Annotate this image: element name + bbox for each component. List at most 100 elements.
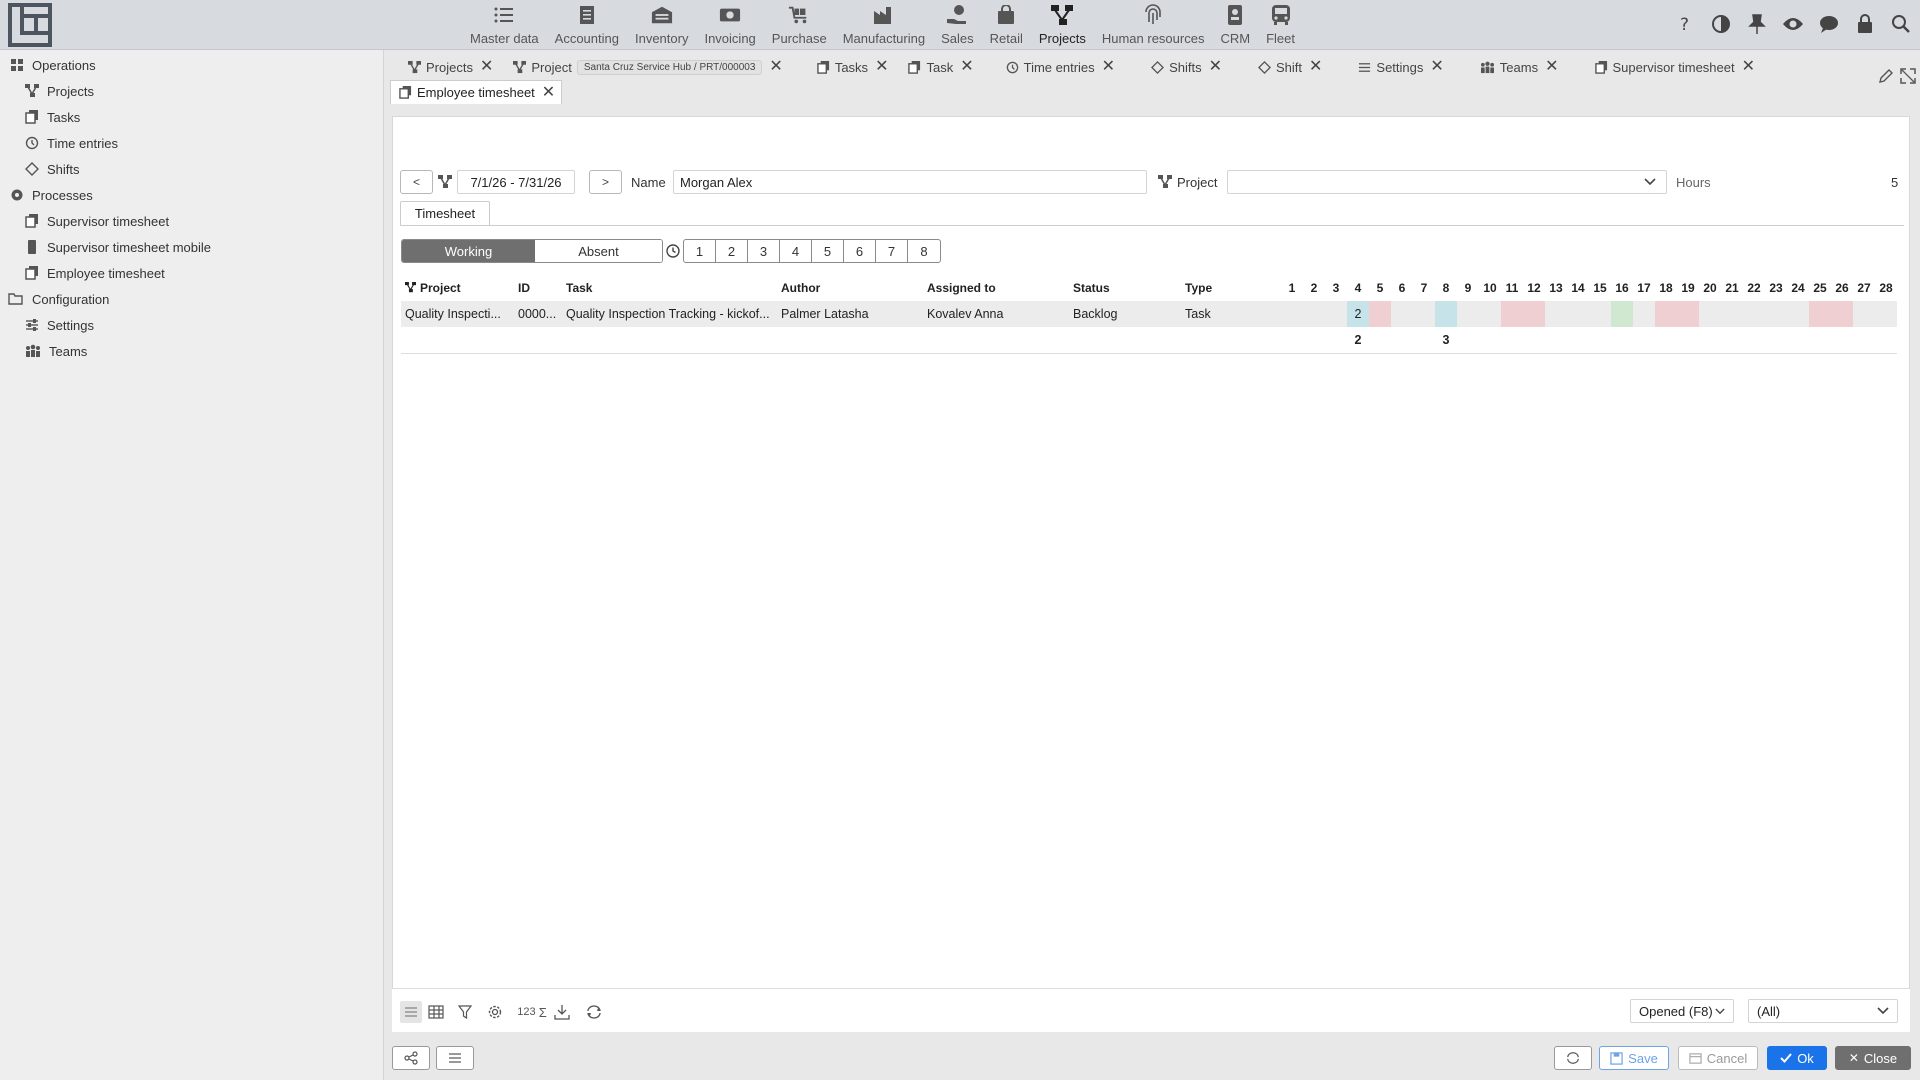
refresh-icon[interactable]: [584, 1001, 604, 1023]
table-row[interactable]: Quality Inspecti... 0000... Quality Inspec…: [401, 301, 1897, 327]
hours-button-4[interactable]: 4: [780, 240, 812, 262]
nav-item-projects[interactable]: Projects: [1031, 0, 1094, 50]
close-icon[interactable]: ✕: [1102, 59, 1115, 75]
nav-item-human-resources[interactable]: Human resources: [1094, 0, 1213, 50]
sidebar-item-employee-timesheet[interactable]: Employee timesheet: [25, 261, 165, 285]
app-logo[interactable]: [8, 3, 52, 47]
nav-item-crm[interactable]: CRM: [1212, 0, 1258, 50]
day-cell-13[interactable]: [1545, 301, 1567, 327]
cancel-button[interactable]: Cancel: [1678, 1046, 1758, 1070]
hours-button-5[interactable]: 5: [812, 240, 844, 262]
contrast-icon[interactable]: [1710, 13, 1732, 35]
close-icon[interactable]: ✕: [480, 59, 493, 75]
day-cell-3[interactable]: [1325, 301, 1347, 327]
tab-tasks[interactable]: Tasks ✕: [809, 55, 895, 79]
options-button[interactable]: [436, 1046, 474, 1070]
sidebar-group-operations[interactable]: Operations: [10, 53, 96, 77]
column-header-author[interactable]: Author: [777, 275, 923, 301]
search-icon[interactable]: [1890, 13, 1912, 35]
day-cell-24[interactable]: [1787, 301, 1809, 327]
hours-button-2[interactable]: 2: [716, 240, 748, 262]
nav-item-inventory[interactable]: Inventory: [627, 0, 696, 50]
day-cell-16[interactable]: [1611, 301, 1633, 327]
ok-button[interactable]: Ok: [1767, 1046, 1827, 1070]
day-cell-28[interactable]: [1875, 301, 1897, 327]
expand-icon[interactable]: [1900, 68, 1916, 87]
settings-gear-icon[interactable]: [486, 1001, 504, 1023]
filter-select[interactable]: (All): [1748, 999, 1898, 1023]
close-icon[interactable]: ✕: [1545, 59, 1558, 75]
day-cell-7[interactable]: [1413, 301, 1435, 327]
close-icon[interactable]: ✕: [875, 59, 888, 75]
close-icon[interactable]: ✕: [769, 59, 782, 75]
day-cell-10[interactable]: [1479, 301, 1501, 327]
close-icon[interactable]: ✕: [542, 84, 555, 101]
cell-status[interactable]: Backlog: [1069, 301, 1181, 327]
sidebar-item-teams[interactable]: Teams: [25, 339, 87, 363]
tab-employee-timesheet[interactable]: Employee timesheet ✕: [390, 80, 563, 104]
nav-item-sales[interactable]: Sales: [933, 0, 982, 50]
day-cell-5[interactable]: [1369, 301, 1391, 327]
project-select[interactable]: [1227, 170, 1667, 194]
sum-button[interactable]: 123 Σ: [514, 1001, 550, 1023]
tab-shift[interactable]: Shift ✕: [1250, 55, 1328, 79]
name-field[interactable]: Morgan Alex: [673, 170, 1147, 194]
day-cell-8[interactable]: [1435, 301, 1457, 327]
share-button[interactable]: [392, 1046, 430, 1070]
nav-item-fleet[interactable]: Fleet: [1258, 0, 1303, 50]
cell-assigned-to[interactable]: Kovalev Anna: [923, 301, 1069, 327]
nav-item-master-data[interactable]: Master data: [462, 0, 547, 50]
close-icon[interactable]: ✕: [1309, 59, 1322, 75]
day-cell-19[interactable]: [1677, 301, 1699, 327]
day-cell-21[interactable]: [1721, 301, 1743, 327]
download-icon[interactable]: [552, 1001, 572, 1023]
help-icon[interactable]: ?: [1674, 13, 1696, 35]
cell-task[interactable]: Quality Inspection Tracking - kickof...: [562, 301, 777, 327]
grid-view-icon[interactable]: [426, 1001, 446, 1023]
prev-period-button[interactable]: <: [400, 170, 433, 194]
nav-item-retail[interactable]: Retail: [982, 0, 1031, 50]
sidebar-item-projects[interactable]: Projects: [25, 79, 94, 103]
close-icon[interactable]: ✕: [1742, 59, 1755, 75]
day-cell-25[interactable]: [1809, 301, 1831, 327]
sidebar-item-settings[interactable]: Settings: [25, 313, 94, 337]
reload-button[interactable]: [1554, 1046, 1592, 1070]
day-cell-17[interactable]: [1633, 301, 1655, 327]
close-button[interactable]: ✕ Close: [1835, 1046, 1911, 1070]
save-button[interactable]: Save: [1599, 1046, 1669, 1070]
close-icon[interactable]: ✕: [960, 59, 973, 75]
cell-id[interactable]: 0000...: [514, 301, 562, 327]
day-cell-11[interactable]: [1501, 301, 1523, 327]
day-cell-27[interactable]: [1853, 301, 1875, 327]
working-button[interactable]: Working: [402, 240, 535, 262]
sidebar-item-supervisor-timesheet[interactable]: Supervisor timesheet: [25, 209, 169, 233]
cell-type[interactable]: Task: [1181, 301, 1281, 327]
day-cell-12[interactable]: [1523, 301, 1545, 327]
day-cell-22[interactable]: [1743, 301, 1765, 327]
column-header-type[interactable]: Type: [1181, 275, 1281, 301]
next-period-button[interactable]: >: [589, 170, 622, 194]
sidebar-item-tasks[interactable]: Tasks: [25, 105, 80, 129]
day-cell-15[interactable]: [1589, 301, 1611, 327]
day-cell-2[interactable]: [1303, 301, 1325, 327]
nav-item-manufacturing[interactable]: Manufacturing: [835, 0, 933, 50]
tab-timesheet[interactable]: Timesheet: [400, 201, 490, 225]
day-cell-6[interactable]: [1391, 301, 1413, 327]
status-select[interactable]: Opened (F8): [1630, 999, 1734, 1023]
hours-button-3[interactable]: 3: [748, 240, 780, 262]
tab-settings[interactable]: Settings ✕: [1350, 55, 1449, 79]
list-view-icon[interactable]: [400, 1001, 422, 1023]
tab-supervisor-timesheet[interactable]: Supervisor timesheet ✕: [1587, 55, 1762, 79]
tab-teams[interactable]: Teams ✕: [1472, 55, 1565, 79]
cell-author[interactable]: Palmer Latasha: [777, 301, 923, 327]
column-header-assigned-to[interactable]: Assigned to: [923, 275, 1069, 301]
hours-button-6[interactable]: 6: [844, 240, 876, 262]
cell-project[interactable]: Quality Inspecti...: [401, 301, 514, 327]
filter-icon[interactable]: [456, 1001, 474, 1023]
day-cell-1[interactable]: [1281, 301, 1303, 327]
column-header-task[interactable]: Task: [562, 275, 777, 301]
tab-projects[interactable]: Projects ✕: [400, 55, 499, 79]
chat-icon[interactable]: [1818, 13, 1840, 35]
day-cell-26[interactable]: [1831, 301, 1853, 327]
tab-project[interactable]: Project Santa Cruz Service Hub / PRT/000…: [505, 55, 788, 79]
